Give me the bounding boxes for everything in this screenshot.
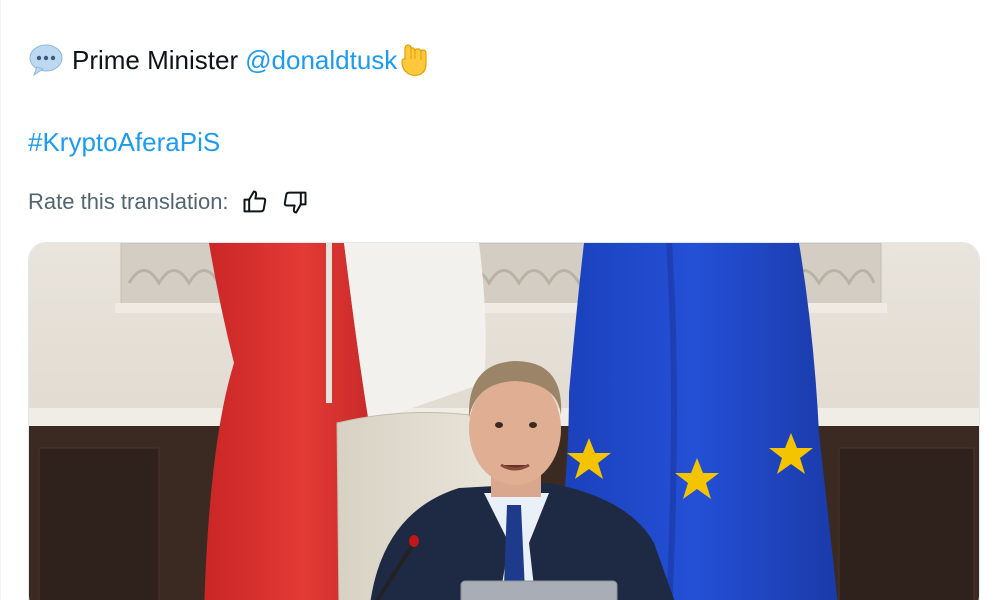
pointing-down-hand-icon xyxy=(399,43,429,77)
speech-balloon-icon xyxy=(28,42,64,78)
thumbs-up-icon[interactable] xyxy=(241,188,269,216)
post-prefix: Prime Minister xyxy=(72,45,239,75)
laptop xyxy=(460,580,618,600)
thumbs-down-icon[interactable] xyxy=(281,188,309,216)
rate-translation-row: Rate this translation: xyxy=(28,184,309,220)
mention-link[interactable]: @donaldtusk xyxy=(245,40,397,80)
video-thumbnail[interactable] xyxy=(28,242,980,600)
hashtag-link[interactable]: #KryptoAferaPiS xyxy=(28,122,220,162)
timeline-border xyxy=(0,0,1,600)
post-text-line: Prime Minister @donaldtusk xyxy=(28,40,429,80)
rate-translation-label: Rate this translation: xyxy=(28,189,229,214)
